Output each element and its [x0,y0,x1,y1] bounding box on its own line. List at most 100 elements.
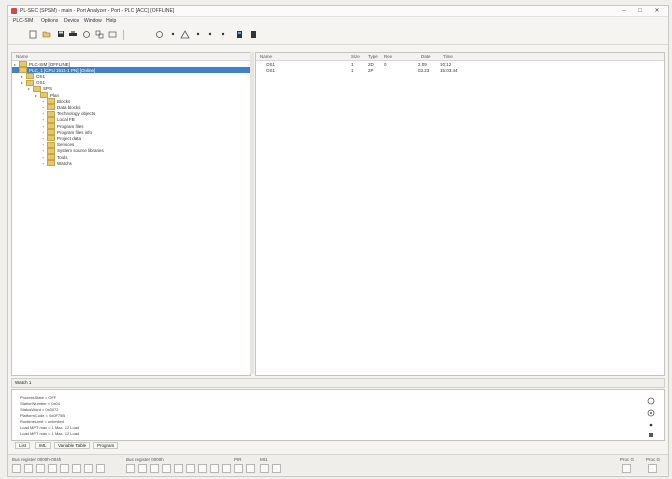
cell-type: 2D [368,62,374,67]
tree-node[interactable]: ▸ SPS [28,85,52,92]
tree-node[interactable]: ▸ OS1 [21,79,45,86]
col-date[interactable]: Date [421,54,431,59]
col-rev[interactable]: Rev [384,54,392,59]
tab-list[interactable]: List [15,442,31,449]
properties-panel: ProcessState = OFF StationNumber = 0x04 St… [11,389,665,441]
info-icon[interactable] [646,420,655,429]
cell-size: 1 [351,62,354,67]
status-pir: PIR [234,457,242,462]
col-name[interactable]: Name [260,54,272,59]
tree-node[interactable]: + Tools [42,154,68,160]
undo-icon[interactable] [107,29,117,39]
folder-icon [33,85,41,92]
status-bar: Bus register 0000h-004h Bus register 000… [8,454,668,475]
tree-node[interactable]: + Program files info [42,129,93,136]
tree-node-label: Program files [57,123,84,129]
paste-icon[interactable] [94,29,104,39]
property-line: ProcessState = OFF [20,395,57,400]
cell-date: 2.09 [418,62,427,67]
tree-node-label: PLC_1 [CPU 1511-1 PN] [Online] [29,67,96,73]
tree-node-label: System source libraries [57,148,104,154]
tree-node[interactable]: + Local FB [42,116,75,123]
title-bar: PL-SEC (SPSM) - main - Port Analyzer - P… [8,6,668,17]
status-led [234,464,243,473]
folder-icon [47,110,55,117]
tree-node-label: Local FB [57,117,75,123]
diagnostics-icon[interactable] [248,29,258,39]
folder-icon [47,123,55,129]
watch-tab-strip: Watch 1 [11,378,665,388]
col-type[interactable]: Type [368,54,378,59]
breakpoint-icon[interactable] [218,29,228,39]
stop-icon[interactable] [168,29,178,39]
save-icon[interactable] [56,29,66,39]
tree-node[interactable]: + Watchs [42,160,72,167]
minimize-button[interactable]: – [618,7,630,15]
pane-splitter[interactable] [250,52,254,374]
tree-node-label: Program files info [57,129,93,135]
refresh-icon[interactable] [646,396,655,405]
status-led [260,464,269,473]
menu-help[interactable]: Help [106,18,116,24]
download-icon[interactable] [205,29,215,39]
tree-node[interactable]: ▸ PLC_1 [CPU 1511-1 PN] [Online] [12,67,250,74]
tree-node[interactable]: + Technology objects [42,110,95,117]
status-led [138,464,147,473]
list-row[interactable]: OS1 1 2P 03.23 15:03:44 [256,68,664,74]
tree-node-label: PLC-SIM [OFFLINE] [29,61,71,67]
tab-iml[interactable]: IML [35,442,51,449]
tree-node-label: Blocks [57,98,71,104]
app-icon [11,8,17,14]
folder-icon [47,98,55,105]
status-led [60,464,69,473]
status-bus-register-1: Bus register 0000h-004h [12,457,62,462]
close-button[interactable]: ✕ [651,7,663,15]
tree-node[interactable]: + Data blocks [42,104,81,111]
watch-tab[interactable]: Watch 1 [15,380,31,385]
tree-node[interactable]: ▸ OS1 [21,73,45,80]
status-led [186,464,195,473]
status-led [126,464,135,473]
menu-plcsim[interactable]: PLC-SIM [13,18,33,24]
property-line: PlatformCode = 0x0F75B [20,413,66,418]
tree-node[interactable]: + Program files [42,123,84,129]
tree-node[interactable]: + Blocks [42,98,71,105]
cell-size: 1 [351,68,354,73]
menu-options[interactable]: Options [41,18,58,24]
status-led [48,464,57,473]
copy-icon[interactable] [81,29,91,39]
folder-icon [40,92,48,98]
menu-device[interactable]: Device [64,18,79,24]
print-icon[interactable] [68,29,78,39]
menu-window[interactable]: Window [84,18,102,24]
status-led [162,464,171,473]
play-icon[interactable] [154,29,164,39]
maximize-button[interactable]: □ [634,7,646,15]
cell-date: 03.23 [418,68,430,73]
folder-icon [47,104,55,111]
monitor-icon[interactable] [193,29,203,39]
tree-node[interactable]: + System source libraries [42,147,104,154]
open-icon[interactable] [41,29,51,39]
settings-icon[interactable] [646,408,655,417]
module-icon[interactable] [234,29,244,39]
tree-node[interactable]: + Services [42,141,74,148]
lock-icon[interactable] [646,429,655,438]
status-led [648,464,657,473]
col-size[interactable]: Size [351,54,360,59]
status-led [222,464,231,473]
tab-program[interactable]: Program [93,442,119,449]
tree-node[interactable]: ▸ Plan [35,92,59,98]
tree-node-label: Tools [57,154,68,160]
menu-bar: PLC-SIM Options Device Window Help [8,17,668,25]
col-time[interactable]: Time [443,54,453,59]
tree-node[interactable]: + Project data [42,135,81,142]
folder-icon [47,147,55,154]
tree-node[interactable]: ▸ PLC-SIM [OFFLINE] [14,61,70,67]
folder-icon [47,154,55,160]
step-icon[interactable] [180,29,190,39]
tab-variable-table[interactable]: Variable Table [54,442,91,449]
property-line: StatusWord = 0x0072 [20,407,59,412]
list-header: Name Size Type Rev Date Time [256,53,664,61]
new-icon[interactable] [28,29,38,39]
